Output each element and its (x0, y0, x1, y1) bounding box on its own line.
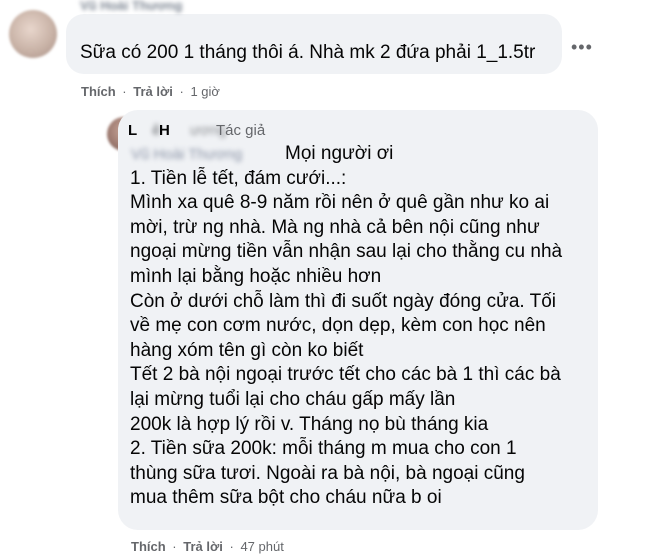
comment-author-name[interactable]: Vũ Hoài Thương (80, 0, 182, 13)
reply-button[interactable]: Trả lời (183, 539, 223, 554)
reply-line: thùng sữa tươi. Ngoài ra bà nội, bà ngoạ… (130, 462, 525, 484)
like-button[interactable]: Thích (131, 539, 166, 554)
comment-actions: Thích · Trả lời · 1 giờ (81, 84, 220, 99)
comment-text: Sữa có 200 1 tháng thôi á. Nhà mk 2 đứa … (80, 42, 536, 63)
separator: · (122, 84, 127, 99)
reply-line: mua thêm sữa bột cho cháu nữa b oi (130, 487, 442, 509)
reply-text: Mọi người ơi 1. Tiền lễ tết, đám cưới...… (130, 142, 590, 511)
reply-line: về mẹ con cơm nước, dọn dẹp, kèm con học… (130, 315, 546, 337)
reply-actions: Thích · Trả lời · 47 phút (131, 539, 284, 554)
reply-timestamp[interactable]: 47 phút (240, 539, 283, 554)
reply-line: lại mừng tuổi lại cho cháu gấp mấy lần (130, 388, 456, 410)
more-horizontal-icon[interactable]: ••• (571, 37, 593, 58)
reply-line: ngoại mừng tiền vẫn nhận sau lại cho thằ… (130, 241, 563, 263)
reply-line: Tết 2 bà nội ngoại trước tết cho các bà … (130, 364, 561, 386)
separator: · (172, 539, 177, 554)
reply-line: Mình xa quê 8-9 năm rồi nên ở quê gần nh… (130, 192, 550, 214)
comment-timestamp[interactable]: 1 giờ (190, 84, 220, 99)
reply-line: mời, trừ ng nhà. Mà ng nhà cả bên nội cũ… (130, 216, 540, 238)
reply-author-initial[interactable]: H (159, 122, 170, 139)
author-badge: Tác giả (216, 122, 266, 139)
reply-line: 1. Tiền lễ tết, đám cưới...: (130, 167, 347, 189)
reply-line: 2. Tiền sữa 200k: mỗi tháng m mua cho co… (130, 438, 517, 460)
reply-line: Mọi người ơi (285, 143, 394, 164)
separator: · (179, 84, 184, 99)
reply-author-initial[interactable]: L (128, 122, 137, 139)
reply-line: Còn ở dưới chỗ làm thì đi suốt ngày đóng… (130, 290, 557, 312)
like-button[interactable]: Thích (81, 84, 116, 99)
separator: · (229, 539, 234, 554)
reply-line: mình lại bằng hoặc nhiều hơn (130, 265, 382, 287)
reply-line: hàng xóm tên gì còn ko biết (130, 339, 364, 361)
reply-line: 200k là hợp lý rồi v. Tháng nọ bù tháng … (130, 413, 489, 435)
reply-button[interactable]: Trả lời (133, 84, 173, 99)
avatar[interactable] (9, 10, 57, 58)
